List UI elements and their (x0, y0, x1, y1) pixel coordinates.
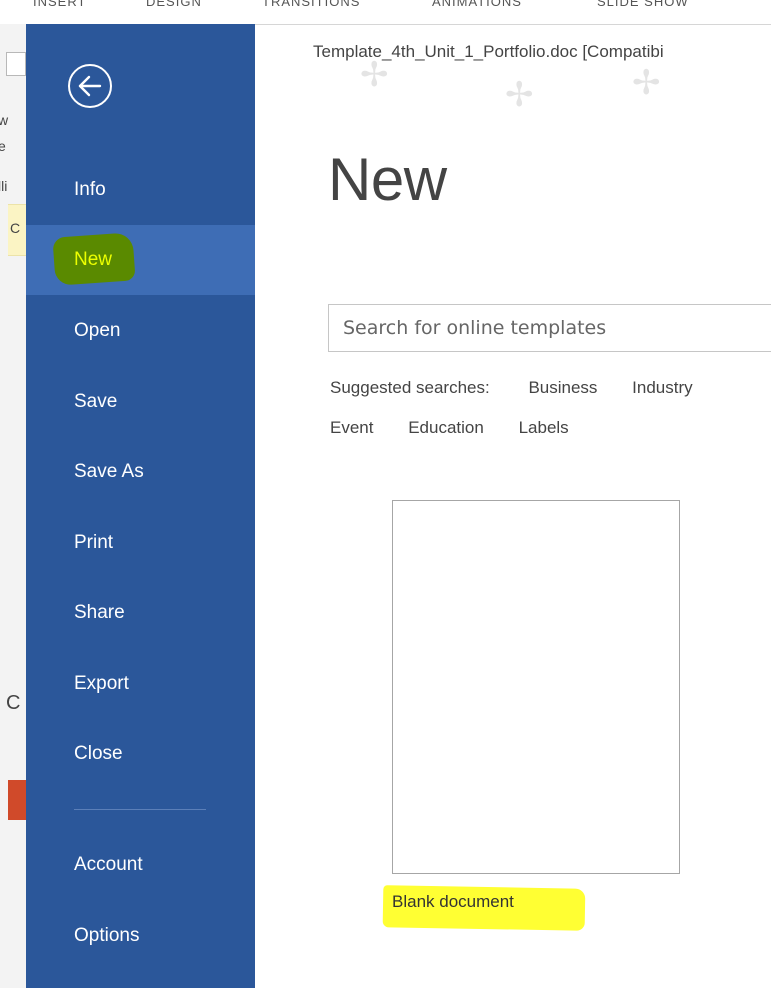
ribbon-tab-transitions[interactable]: TRANSITIONS (262, 0, 360, 9)
sidebar-item-label: Open (74, 320, 121, 341)
background-text-fragment: e (0, 138, 6, 154)
ribbon-tab-design[interactable]: DESIGN (146, 0, 202, 9)
suggested-searches-row-2: Event Education Labels (330, 418, 569, 438)
back-button[interactable] (68, 64, 112, 108)
sidebar-item-label: Info (74, 179, 106, 200)
decorative-bird-icon: ✢ (505, 76, 534, 114)
suggested-search-labels[interactable]: Labels (519, 418, 569, 437)
sidebar-divider (74, 809, 206, 810)
background-button (6, 52, 26, 76)
background-ribbon: INSERT DESIGN TRANSITIONS ANIMATIONS SLI… (0, 0, 771, 25)
ribbon-tab-slide-show[interactable]: SLIDE SHOW (597, 0, 689, 9)
sidebar-item-account[interactable]: Account (26, 830, 255, 900)
background-text-fragment: w (0, 112, 9, 128)
decorative-bird-icon: ✢ (632, 64, 661, 102)
background-text-fragment: C (6, 692, 21, 714)
suggested-searches-label: Suggested searches: (330, 378, 490, 397)
backstage-sidebar: Info New Open Save Save As Print Share E… (26, 24, 255, 988)
ribbon-tab-insert[interactable]: INSERT (33, 0, 86, 9)
sidebar-item-print[interactable]: Print (26, 508, 255, 578)
sidebar-item-share[interactable]: Share (26, 578, 255, 648)
sidebar-item-new[interactable]: New (26, 225, 255, 295)
sidebar-item-options[interactable]: Options (26, 901, 255, 971)
back-arrow-icon (78, 75, 102, 97)
sidebar-item-label: Close (74, 743, 123, 764)
sidebar-item-save[interactable]: Save (26, 367, 255, 437)
background-left-panel (0, 24, 29, 988)
sidebar-item-close[interactable]: Close (26, 719, 255, 789)
sidebar-item-label: Save (74, 391, 118, 412)
blank-document-thumbnail[interactable] (392, 500, 680, 874)
template-search-input[interactable] (328, 304, 771, 352)
decorative-bird-icon: ✢ (360, 56, 389, 94)
suggested-search-event[interactable]: Event (330, 418, 373, 437)
suggested-search-education[interactable]: Education (408, 418, 484, 437)
sidebar-item-open[interactable]: Open (26, 296, 255, 366)
sidebar-item-save-as[interactable]: Save As (26, 437, 255, 507)
document-title: Template_4th_Unit_1_Portfolio.doc [Compa… (313, 42, 664, 61)
sidebar-item-label: Print (74, 532, 114, 553)
sidebar-item-label: New (74, 249, 113, 270)
suggested-search-industry[interactable]: Industry (632, 378, 692, 397)
sidebar-item-label: Export (74, 673, 129, 694)
sidebar-item-export[interactable]: Export (26, 649, 255, 719)
sidebar-item-info[interactable]: Info (26, 155, 255, 225)
suggested-searches: Suggested searches: Business Industry (330, 378, 693, 398)
ribbon-tab-animations[interactable]: ANIMATIONS (432, 0, 522, 9)
page-title: New (328, 146, 447, 213)
sidebar-item-label: Share (74, 602, 125, 623)
blank-document-label[interactable]: Blank document (392, 892, 514, 912)
suggested-search-business[interactable]: Business (528, 378, 597, 397)
background-text-fragment: lli (0, 178, 8, 194)
sidebar-item-label: Account (74, 854, 143, 875)
background-text-fragment: C (10, 220, 21, 236)
sidebar-item-label: Save As (74, 461, 144, 482)
sidebar-item-label: Options (74, 925, 140, 946)
